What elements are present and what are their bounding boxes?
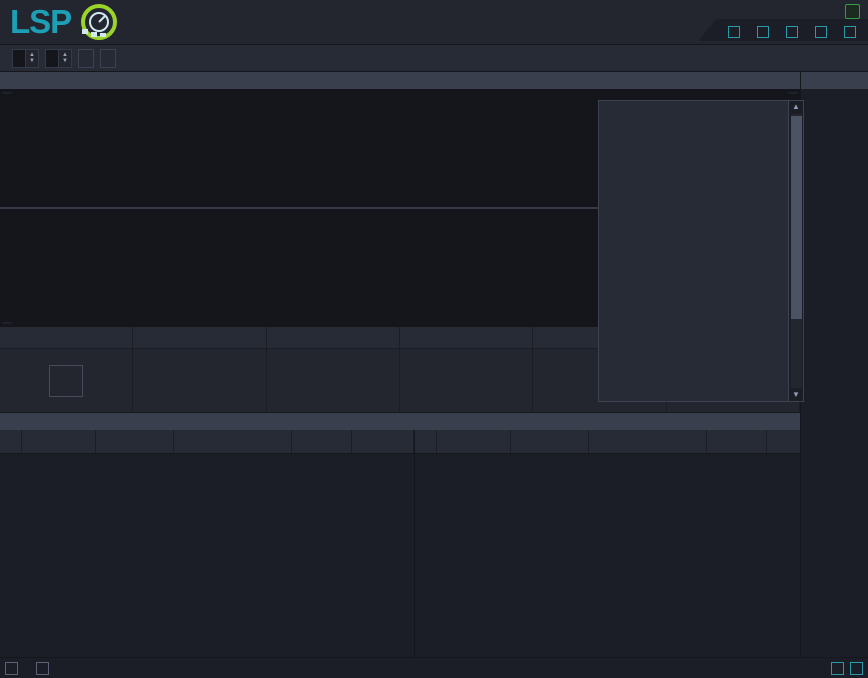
save-icon [757,26,769,38]
output-title [801,72,868,89]
ir-equalizer-button[interactable] [78,48,94,68]
column-head-cut [133,327,267,348]
fade-in-cell [400,349,534,412]
impulse-response-header [0,72,800,89]
plugin-title [824,0,868,19]
menu-button-save[interactable] [757,26,773,38]
processors-table-right [415,430,830,657]
fft-frame-arrows[interactable]: ▲ ▼ [25,49,38,67]
scrollbar-track[interactable] [790,114,802,388]
col-makeup [292,430,352,453]
toolbar: ▲ ▼ ▲ ▼ [0,45,868,72]
processors-panel [0,430,830,657]
file-selector-value [46,50,58,67]
head-cut-cell [133,349,267,412]
plugin-window: LSP ▲ ▼ ▲ ▼ ▲ ▼ [0,0,868,678]
scroll-up-icon[interactable]: ▲ [792,101,800,113]
help-icon[interactable] [831,661,844,675]
reset-icon [815,26,827,38]
menu-bar [698,19,868,41]
status-right [819,661,863,675]
col-in-lr [22,430,96,453]
col-pre-delay [96,430,174,453]
fft-frame-value [13,50,25,67]
column-tail-cut [267,327,400,348]
file-list-popup[interactable]: ▲ ▼ [598,100,804,402]
col-pre-delay-2 [511,430,589,453]
scroll-down-icon[interactable]: ▼ [792,389,800,401]
fft-frame-spinner[interactable]: ▲ ▼ [12,48,39,68]
file-list-scrollbar[interactable]: ▲ ▼ [788,101,803,401]
col-in-lr-2 [437,430,511,453]
menu-button-menu[interactable] [728,26,744,38]
file-selector-arrows[interactable]: ▲ ▼ [58,49,71,67]
load-icon [786,26,798,38]
graph-label-file-name [2,322,12,324]
reverse-cell [0,349,134,412]
menu-icon [728,26,740,38]
power-icon[interactable] [845,4,860,19]
processors-header [0,413,800,430]
about-icon [844,26,856,38]
fullscreen-icon[interactable] [850,661,863,675]
output-sidebar [800,72,868,657]
status-bar [0,657,868,678]
col-source-2 [589,430,707,453]
file-selector-spinner[interactable]: ▲ ▼ [45,48,72,68]
col-makeup-2 [707,430,767,453]
column-fade-in [400,327,534,348]
tail-cut-cell [267,349,400,412]
col-num-2 [415,430,437,453]
header-right [698,0,868,41]
scrollbar-thumb[interactable] [790,116,802,319]
processors-header-left [0,430,414,454]
processors-header-right [415,430,829,454]
file-list-items [599,101,788,401]
col-out-lr [352,430,414,453]
menu-button-reset[interactable] [815,26,831,38]
scale-icon [5,661,18,675]
menu-button-about[interactable] [844,26,860,38]
column-reverse [0,327,134,348]
lsp-logo: LSP [0,0,126,44]
col-source [174,430,292,453]
processors-tables [0,430,830,657]
header: LSP [0,0,868,45]
show-button[interactable] [100,48,116,68]
graph-label-top-right [788,92,798,94]
font-size-icon [36,661,49,675]
reverse-checkbox[interactable] [49,364,84,397]
col-num [0,430,22,453]
menu-button-load[interactable] [786,26,802,38]
graph-label-top-left [2,92,12,94]
processors-table-left [0,430,415,657]
svg-text:LSP: LSP [10,3,71,40]
